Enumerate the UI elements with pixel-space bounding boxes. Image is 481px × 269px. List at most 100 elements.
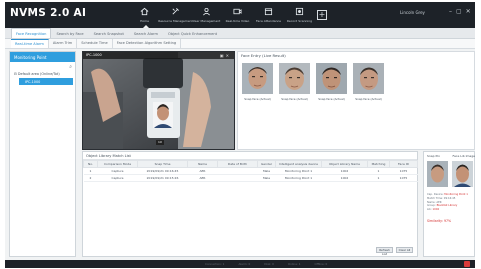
tree-node-root[interactable]: ⊟ Default area (Online/Tot) bbox=[14, 72, 60, 76]
face-thumbnail[interactable]: Snap face (Actual) bbox=[242, 63, 273, 101]
column-header[interactable]: Comparison Mode bbox=[97, 160, 138, 168]
table-cell: Capture bbox=[97, 167, 138, 175]
video-frame bbox=[83, 52, 234, 149]
module-label: Record Scanning bbox=[286, 19, 313, 23]
table-cell: Monitoring Point 1 bbox=[275, 174, 322, 182]
snap-face-photo[interactable] bbox=[427, 161, 448, 187]
module-home[interactable]: Home bbox=[131, 4, 158, 28]
monitoring-point-panel: Monitoring Point ⌕ ⊟ Default area (Onlin… bbox=[9, 51, 76, 257]
face-photo bbox=[242, 63, 273, 94]
match-detail-panel: Snap Pix Face Lib Image Cap. Device: Mon… bbox=[423, 151, 475, 257]
table-cell: 1002 bbox=[321, 174, 368, 182]
table-cell bbox=[217, 167, 258, 175]
column-header[interactable]: Name bbox=[187, 160, 218, 168]
info-line: Lib: 1002 bbox=[427, 208, 468, 212]
similarity-value: 97% bbox=[443, 219, 452, 223]
library-face-photo[interactable] bbox=[452, 161, 473, 187]
table-cell: AER bbox=[187, 174, 218, 182]
tree-node-label: Default area (Online/Tot) bbox=[17, 72, 60, 76]
alarm-indicator-icon[interactable] bbox=[464, 261, 470, 267]
tab-search-alarm[interactable]: Search Alarm bbox=[129, 28, 163, 38]
info-value: Monitoring Point 1 bbox=[444, 193, 468, 196]
module-label: Home bbox=[140, 19, 149, 23]
detail-info: Cap. Device: Monitoring Point 1 Match Ti… bbox=[427, 193, 468, 212]
column-header[interactable]: Matching bbox=[367, 160, 390, 168]
table-header-row: No. Comparison Mode Snap Time Name Date … bbox=[83, 160, 418, 168]
face-label: Snap face (Actual) bbox=[244, 97, 271, 101]
table-cell: 2019/09/21 09:16:45 bbox=[137, 167, 188, 175]
table-cell bbox=[217, 174, 258, 182]
search-icon[interactable]: ⌕ bbox=[69, 64, 72, 70]
module-resource-management[interactable]: Resource Management bbox=[158, 4, 193, 28]
close-video-icon[interactable]: ✕ bbox=[226, 53, 231, 58]
table-cell: Male bbox=[257, 174, 276, 182]
current-user[interactable]: Lincoln Grey bbox=[400, 10, 425, 15]
app-window: NVMS 2.0 AI Home Resource Management Use… bbox=[5, 2, 475, 268]
resource-icon bbox=[171, 7, 180, 16]
table-cell: 1 bbox=[83, 167, 98, 175]
table-row[interactable]: 2 Capture 2019/09/21 09:15:26 AER Male M… bbox=[83, 174, 418, 182]
column-header[interactable]: Gender bbox=[257, 160, 276, 168]
clear-all-button[interactable]: Clear All bbox=[396, 247, 413, 253]
tab-search-by-face[interactable]: Search by Face bbox=[51, 28, 88, 38]
home-icon bbox=[140, 7, 149, 16]
table-cell: 1075 bbox=[389, 174, 418, 182]
calendar-icon bbox=[264, 7, 273, 16]
table-row[interactable]: 1 Capture 2019/09/21 09:16:45 AER Male M… bbox=[83, 167, 418, 175]
tab-object-quick-enhancement[interactable]: Object Quick Enhancement bbox=[163, 28, 222, 38]
tree-node-device[interactable]: IPC-1000 bbox=[19, 78, 73, 85]
match-list-panel: Object Library Match List No. Comparison… bbox=[82, 151, 418, 257]
column-header[interactable]: Object Library Name bbox=[321, 160, 368, 168]
match-table: No. Comparison Mode Snap Time Name Date … bbox=[83, 160, 418, 182]
primary-tabs: Face Recognition Search by Face Search S… bbox=[5, 28, 475, 39]
snap-label: Snap Pix bbox=[427, 154, 440, 158]
record-icon bbox=[295, 7, 304, 16]
table-cell: AER bbox=[187, 167, 218, 175]
similarity-label: Similarity: bbox=[427, 219, 443, 223]
info-value: 09:16:45 bbox=[443, 196, 456, 200]
column-header[interactable]: No. bbox=[83, 160, 98, 168]
module-real-time-video[interactable]: Real-time Video bbox=[224, 4, 251, 28]
module-record-scanning[interactable]: Record Scanning bbox=[286, 4, 313, 28]
table-cell: Capture bbox=[97, 174, 138, 182]
tab-face-recognition[interactable]: Face Recognition bbox=[11, 28, 52, 38]
tab-search-snapshot[interactable]: Search Snapshot bbox=[89, 28, 129, 38]
column-header[interactable]: Snap Time bbox=[137, 160, 188, 168]
face-entry-panel: Face Entry (Live Result) Snap face (Actu… bbox=[237, 51, 475, 150]
column-header[interactable]: Intelligent analysis device bbox=[275, 160, 322, 168]
face-thumbnail[interactable]: Snap face (Actual) bbox=[316, 63, 347, 101]
zoom-badge: 1X bbox=[156, 140, 164, 145]
tab-alarm-trim[interactable]: Alarm Trim bbox=[49, 39, 78, 48]
live-video-view[interactable]: IPC-1000 ▣✕ 1X bbox=[82, 51, 235, 150]
detail-faces bbox=[427, 161, 475, 187]
refresh-list-button[interactable]: Refresh List bbox=[376, 247, 393, 256]
face-thumbnail[interactable]: Snap face (Actual) bbox=[353, 63, 384, 101]
column-header[interactable]: Date of Birth bbox=[217, 160, 258, 168]
tab-schedule-time[interactable]: Schedule Time bbox=[77, 39, 113, 48]
column-header[interactable]: Face ID bbox=[389, 160, 418, 168]
library-label: Face Lib Image bbox=[452, 154, 476, 158]
minimize-icon[interactable]: – bbox=[449, 9, 452, 15]
info-value: Blacklist Library bbox=[436, 204, 458, 208]
maximize-icon[interactable]: ▢ bbox=[456, 9, 462, 15]
info-key: Cap. Device: bbox=[427, 193, 444, 196]
panel-title: Object Library Match List bbox=[83, 152, 417, 160]
top-bar: NVMS 2.0 AI Home Resource Management Use… bbox=[5, 2, 475, 28]
module-face-attendance[interactable]: Face Attendance bbox=[255, 4, 282, 28]
video-tools[interactable]: ▣✕ bbox=[220, 53, 231, 58]
add-module-button[interactable]: + bbox=[317, 10, 327, 20]
status-bar: Connection: 1 Alarm: 0 Disk: 0 Online: 1… bbox=[5, 260, 475, 268]
face-photo bbox=[353, 63, 384, 94]
close-icon[interactable]: ✕ bbox=[466, 9, 471, 15]
status-item: Connection: 1 bbox=[205, 262, 225, 266]
tab-face-detection-setting[interactable]: Face Detection Algorithm Setting bbox=[113, 39, 182, 48]
tab-real-time-alarm[interactable]: Real-time Alarm bbox=[11, 39, 49, 48]
face-thumbnail[interactable]: Snap face (Actual) bbox=[279, 63, 310, 101]
module-user-management[interactable]: User Management bbox=[193, 4, 220, 28]
info-value: 1002 bbox=[432, 208, 440, 212]
video-icon bbox=[233, 7, 242, 16]
face-label: Snap face (Actual) bbox=[281, 97, 308, 101]
app-title: NVMS 2.0 AI bbox=[10, 7, 87, 19]
table-cell: 1 bbox=[367, 174, 390, 182]
table-cell: 2 bbox=[83, 174, 98, 182]
